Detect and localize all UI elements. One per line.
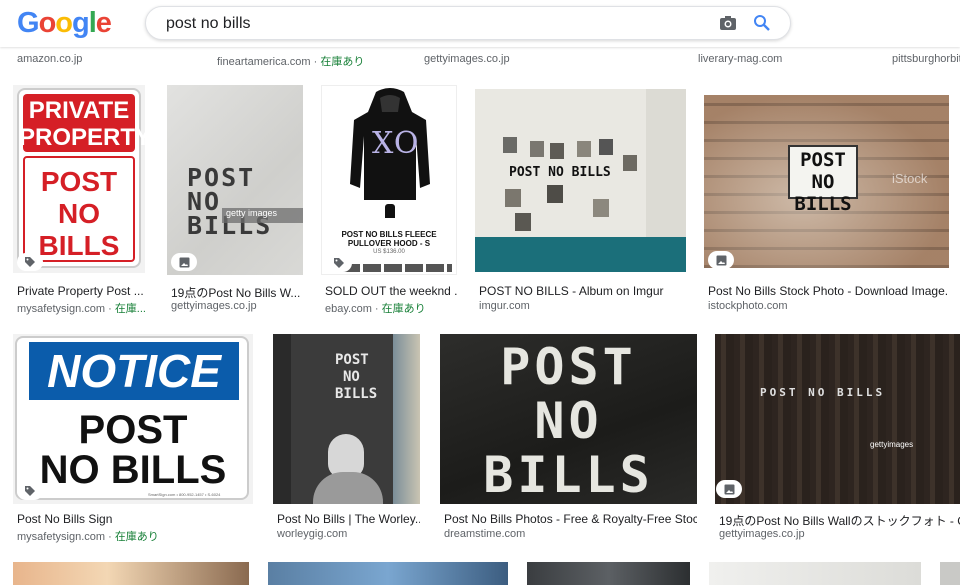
result-source[interactable]: gettyimages.co.jp [719, 528, 960, 540]
sign-text: BILLS [483, 446, 654, 504]
tag-icon [17, 482, 43, 500]
result-thumbnail[interactable]: POST NO BILLS gettyimages [715, 334, 960, 504]
search-icon[interactable] [753, 14, 771, 32]
logo-letter: o [38, 7, 57, 39]
result-source[interactable]: istockphoto.com [708, 300, 948, 312]
result-title[interactable]: Post No Bills | The Worley... [277, 512, 420, 526]
hoodie-logo: XO [372, 126, 420, 161]
result-source[interactable]: amazon.co.jp [17, 53, 82, 65]
logo-letter: l [88, 7, 97, 39]
tag-icon [17, 253, 43, 271]
result-source[interactable]: worleygig.com [277, 528, 420, 540]
sign-text: NO [343, 369, 360, 385]
result-thumbnail[interactable] [709, 562, 921, 585]
top-bar: Google [0, 0, 960, 47]
sign-text: POST [40, 166, 118, 197]
result-thumbnail[interactable] [940, 562, 960, 585]
result-thumbnail[interactable]: POST NO BILLS [475, 89, 686, 272]
result-title[interactable]: Private Property Post ... [17, 284, 145, 298]
result-thumbnail[interactable]: NOTICE POST NO BILLS SmartSign.com • 800… [13, 334, 253, 504]
product-caption: PULLOVER HOOD - S [347, 239, 431, 248]
sign-text: POST [78, 408, 188, 452]
logo-letter: G [17, 7, 40, 39]
logo-letter: e [95, 7, 112, 39]
result-thumbnail[interactable]: POST NO BILLS iStock [704, 95, 949, 268]
result-source[interactable]: liverary-mag.com [698, 53, 782, 65]
result-source[interactable]: ebay.com · 在庫あり [325, 300, 457, 316]
sign-text: PRIVATE [28, 97, 130, 124]
sign-text: NO [534, 392, 603, 450]
sign-text: POST NO BILLS [760, 386, 886, 399]
watermark: getty images [222, 208, 303, 223]
google-logo[interactable]: Google [17, 7, 112, 40]
sign-text: POST [335, 352, 369, 368]
sign-text: NO BILLS [39, 448, 227, 492]
image-icon [708, 251, 734, 268]
result-thumbnail[interactable]: POST NO BILLS [273, 334, 420, 504]
logo-letter: o [55, 7, 73, 39]
sign-text: POST [500, 338, 637, 396]
result-source[interactable]: pittsburghorbit [892, 53, 960, 65]
result-title[interactable]: POST NO BILLS - Album on Imgur [479, 284, 686, 298]
sign-text: PROPERTY [19, 124, 145, 151]
watermark: iStock [892, 171, 928, 186]
result-source[interactable]: mysafetysign.com · 在庫... [17, 300, 145, 316]
result-title[interactable]: SOLD OUT the weeknd ... [325, 284, 457, 298]
result-source[interactable]: imgur.com [479, 300, 686, 312]
result-thumbnail[interactable] [13, 562, 249, 585]
result-thumbnail[interactable]: POST NO BILLS [440, 334, 697, 504]
search-box [145, 6, 791, 40]
image-icon [716, 480, 742, 498]
result-thumbnail[interactable]: POST NO BILLS getty images [167, 85, 303, 275]
result-source[interactable]: fineartamerica.com · 在庫あり [217, 53, 364, 69]
result-thumbnail[interactable]: XO POST NO BILLS FLEECE PULLOVER HOOD - … [321, 85, 457, 275]
result-title[interactable]: 19点のPost No Bills Wallのストックフォト - Getty [719, 512, 960, 529]
sign-text: NOTICE [47, 345, 221, 397]
watermark: gettyimages [870, 440, 914, 449]
tag-icon [326, 254, 352, 272]
result-title[interactable]: 19点のPost No Bills W... [171, 284, 303, 301]
product-caption: POST NO BILLS FLEECE [341, 230, 437, 239]
result-thumbnail[interactable] [527, 562, 690, 585]
result-source[interactable]: gettyimages.co.jp [424, 53, 510, 65]
result-thumbnail[interactable] [268, 562, 508, 585]
sign-text: POST [800, 149, 846, 171]
result-source[interactable]: mysafetysign.com · 在庫あり [17, 528, 253, 544]
sign-footer: SmartSign.com • 800-952-1457 • S-6024 [148, 492, 221, 497]
sign-text: NO [58, 198, 100, 229]
result-source[interactable]: gettyimages.co.jp [171, 300, 303, 312]
result-title[interactable]: Post No Bills Stock Photo - Download Ima… [708, 284, 948, 298]
sign-text: NO BILLS [794, 171, 852, 215]
image-icon [171, 253, 197, 271]
result-source[interactable]: dreamstime.com [444, 528, 697, 540]
sign-text: POST NO BILLS [509, 165, 611, 180]
result-thumbnail[interactable]: PRIVATE PROPERTY POST NO BILLS [13, 85, 145, 273]
logo-letter: g [72, 7, 90, 39]
search-input[interactable] [164, 13, 688, 35]
sign-text: BILLS [335, 386, 378, 402]
result-title[interactable]: Post No Bills Sign [17, 512, 253, 526]
camera-icon[interactable] [719, 15, 737, 31]
result-title[interactable]: Post No Bills Photos - Free & Royalty-Fr… [444, 512, 697, 526]
